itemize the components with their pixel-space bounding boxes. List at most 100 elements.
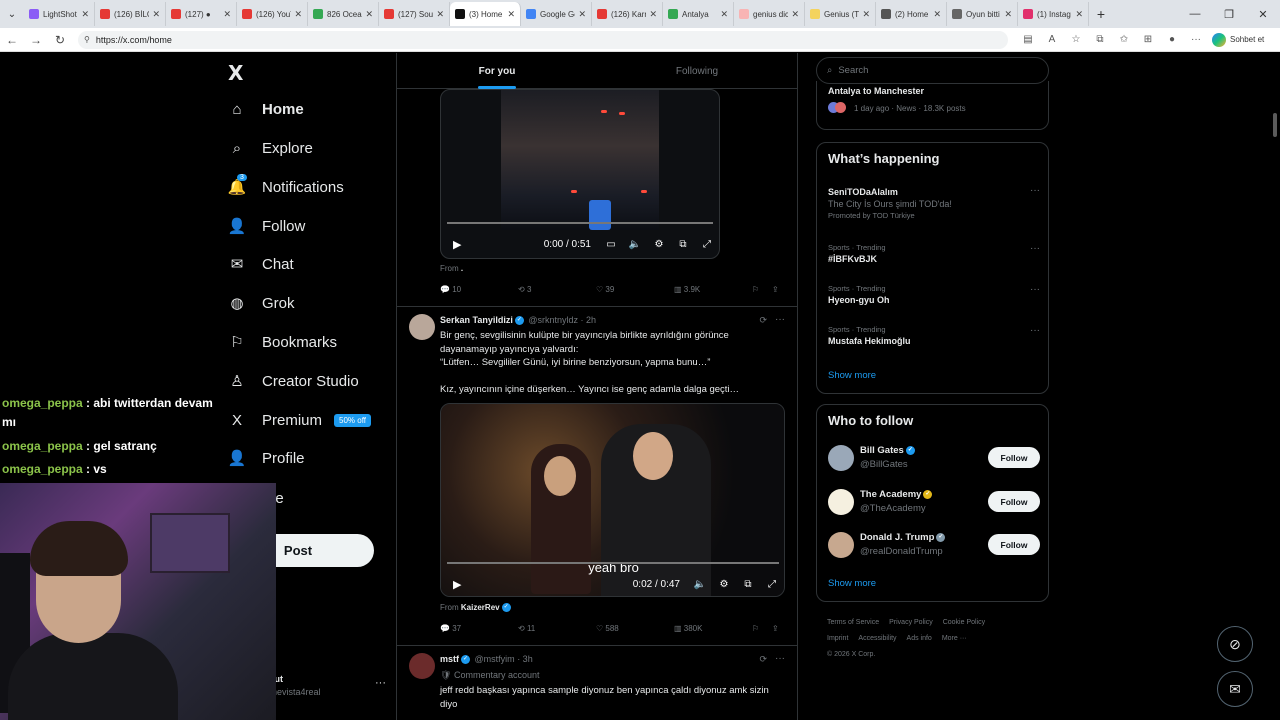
author-handle[interactable]: @mstfyim xyxy=(475,654,515,664)
trend-item[interactable]: SeniTODaAlalım The City İs Ours şimdi TOD… xyxy=(828,185,1040,220)
fullscreen-icon[interactable]: ⤢ xyxy=(760,579,784,590)
profile-avatar-icon[interactable]: ● xyxy=(1160,34,1184,45)
bookmark-icon[interactable]: ⚐ xyxy=(752,285,759,294)
search-input[interactable] xyxy=(838,65,1019,76)
bookmark-icon[interactable]: ⚐ xyxy=(752,624,759,633)
extensions-icon[interactable]: ⧉ xyxy=(1088,34,1112,45)
browser-tab[interactable]: Antalya ✕ xyxy=(663,2,734,26)
nav-item-creator-studio[interactable]: ♙ Creator Studio xyxy=(228,366,358,396)
browser-tab[interactable]: Genius (T ✕ xyxy=(805,2,876,26)
views-button[interactable]: ▥ 380K xyxy=(674,624,702,633)
volume-icon[interactable]: 🔈 xyxy=(688,579,712,590)
nav-item-follow[interactable]: 👤 Follow xyxy=(228,211,306,241)
close-tab-icon[interactable]: ✕ xyxy=(365,9,373,20)
site-info-icon[interactable]: ⚲ xyxy=(84,35,90,44)
reader-icon[interactable]: ▤ xyxy=(1016,34,1040,45)
close-tab-icon[interactable]: ✕ xyxy=(436,9,444,20)
nav-item-explore[interactable]: ⌕ Explore xyxy=(228,133,313,163)
close-window-icon[interactable]: ✕ xyxy=(1246,0,1280,28)
nav-item-home[interactable]: ⌂ Home xyxy=(228,94,303,124)
close-tab-icon[interactable]: ✕ xyxy=(1004,9,1012,20)
browser-tab[interactable]: (3) Home ✕ xyxy=(450,2,521,26)
follow-suggestion[interactable]: Bill Gates ✓ @BillGates Follow xyxy=(828,443,1040,473)
trend-item[interactable]: Sports · Trending Mustafa Hekimoğlu ··· xyxy=(828,325,1040,346)
new-tab-button[interactable]: + xyxy=(1089,6,1113,22)
settings-icon[interactable]: ⚙ xyxy=(647,239,671,250)
show-more-link[interactable]: Show more xyxy=(828,578,876,589)
close-tab-icon[interactable]: ✕ xyxy=(152,9,160,20)
views-button[interactable]: ▥ 3.9K xyxy=(674,285,700,294)
close-tab-icon[interactable]: ✕ xyxy=(578,9,586,20)
nav-item-chat[interactable]: ✉ Chat xyxy=(228,249,294,279)
messages-fab-icon[interactable]: ✉ xyxy=(1217,671,1253,707)
video-player[interactable]: yeah bro ▶ 0:02 / 0:47 🔈 ⚙ ⧉ ⤢ xyxy=(440,403,785,597)
author-name[interactable]: mstf xyxy=(440,654,459,664)
star-icon[interactable]: ☆ xyxy=(1064,34,1088,45)
repost-button[interactable]: ⟲ 3 xyxy=(518,285,531,294)
nav-item-notifications[interactable]: 🔔 3 Notifications xyxy=(228,172,344,202)
close-tab-icon[interactable]: ✕ xyxy=(81,9,89,20)
search-box[interactable]: ⌕ xyxy=(816,57,1049,84)
fullscreen-icon[interactable]: ⤢ xyxy=(695,239,719,250)
close-tab-icon[interactable]: ✕ xyxy=(649,9,657,20)
like-button[interactable]: ♡ 588 xyxy=(596,624,619,633)
tab-for-you[interactable]: For you xyxy=(397,53,597,89)
avatar[interactable] xyxy=(409,653,435,679)
close-tab-icon[interactable]: ✕ xyxy=(862,9,870,20)
copilot-button[interactable]: Sohbet et xyxy=(1212,32,1264,47)
reply-button[interactable]: 💬 37 xyxy=(440,624,461,633)
news-card[interactable]: Antalya to Manchester 1 day ago · News ·… xyxy=(816,81,1049,130)
nav-item-profile[interactable]: 👤 Profile xyxy=(228,443,305,473)
more-dots-icon[interactable]: ··· xyxy=(1030,325,1040,336)
collections-icon[interactable]: ⊞ xyxy=(1136,34,1160,45)
browser-tab[interactable]: (127) ● ✕ xyxy=(166,2,237,26)
x-logo-icon[interactable]: X xyxy=(228,61,243,85)
browser-tab[interactable]: Oyun bitti ✕ xyxy=(947,2,1018,26)
follow-suggestion[interactable]: The Academy ✓ @TheAcademy Follow xyxy=(828,487,1040,517)
tweet-time[interactable]: · 2h xyxy=(581,315,597,325)
avatar[interactable] xyxy=(828,532,854,558)
follow-button[interactable]: Follow xyxy=(988,491,1040,512)
trend-item[interactable]: Sports · Trending #İBFKvBJK ··· xyxy=(828,243,1040,264)
close-tab-icon[interactable]: ✕ xyxy=(720,9,728,20)
forward-icon[interactable]: → xyxy=(24,33,48,47)
scrollbar[interactable] xyxy=(1272,113,1278,683)
settings-icon[interactable]: ⚙ xyxy=(712,579,736,590)
share-icon[interactable]: ⇪ xyxy=(772,624,779,633)
share-icon[interactable]: ⇪ xyxy=(772,285,779,294)
more-dots-icon[interactable]: ··· xyxy=(1030,284,1040,295)
pip-icon[interactable]: ⧉ xyxy=(736,579,760,590)
minimize-icon[interactable]: — xyxy=(1178,0,1212,28)
browser-tab[interactable]: (126) YouT ✕ xyxy=(237,2,308,26)
play-icon[interactable]: ▶ xyxy=(453,238,461,251)
trend-item[interactable]: Sports · Trending Hyeon-gyu Oh ··· xyxy=(828,284,1040,305)
more-dots-icon[interactable]: ··· xyxy=(375,677,386,689)
follow-button[interactable]: Follow xyxy=(988,447,1040,468)
browser-tab[interactable]: (126) BİLGİ✕ xyxy=(95,2,166,26)
favorites-icon[interactable]: ✩ xyxy=(1112,34,1136,45)
browser-tab[interactable]: 826 Ocean ✕ xyxy=(308,2,379,26)
browser-tab[interactable]: (127) Sout ✕ xyxy=(379,2,450,26)
author-handle[interactable]: @srkntnyldz xyxy=(528,315,578,325)
refresh-icon[interactable]: ↻ xyxy=(48,33,72,47)
follow-suggestion[interactable]: Donald J. Trump ✓ @realDonaldTrump Follow xyxy=(828,530,1040,560)
volume-icon[interactable]: 🔈 xyxy=(623,239,647,250)
follow-button[interactable]: Follow xyxy=(988,534,1040,555)
tab-following[interactable]: Following xyxy=(597,53,797,89)
browser-tab[interactable]: Google Ge ✕ xyxy=(521,2,592,26)
nav-item-grok[interactable]: ◍ Grok xyxy=(228,288,294,318)
browser-tab[interactable]: (2) Home ✕ xyxy=(876,2,947,26)
captions-icon[interactable]: ▭ xyxy=(599,239,623,250)
from-link[interactable]: KaizerRev xyxy=(461,603,500,612)
close-tab-icon[interactable]: ✕ xyxy=(223,9,231,20)
avatar[interactable] xyxy=(828,445,854,471)
translate-icon[interactable]: A xyxy=(1040,34,1064,45)
more-dots-icon[interactable]: ··· xyxy=(775,653,785,664)
show-more-link[interactable]: Show more xyxy=(828,370,876,381)
close-tab-icon[interactable]: ✕ xyxy=(507,9,515,20)
more-dots-icon[interactable]: ··· xyxy=(1030,185,1040,196)
video-progress-bar[interactable] xyxy=(447,562,779,564)
close-tab-icon[interactable]: ✕ xyxy=(294,9,302,20)
grok-icon[interactable]: ⟳ xyxy=(759,654,767,665)
grok-icon[interactable]: ⟳ xyxy=(759,315,767,326)
